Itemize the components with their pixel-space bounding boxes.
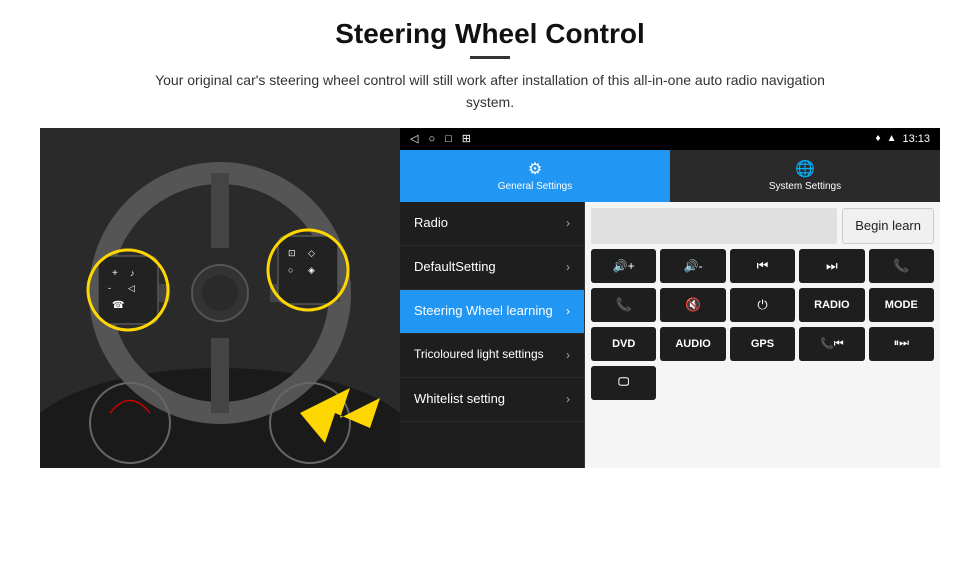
svg-text:+: + <box>112 268 118 279</box>
begin-learn-button[interactable]: Begin learn <box>842 208 934 244</box>
location-icon: ♦ <box>875 133 880 144</box>
audio-label: AUDIO <box>675 338 710 350</box>
gps-label: GPS <box>751 338 774 350</box>
screen-icon: 🖵 <box>618 376 629 389</box>
menu-steering-label: Steering Wheel learning <box>414 303 553 320</box>
panel-row-1: Begin learn <box>591 208 934 244</box>
radio-label: RADIO <box>814 299 849 311</box>
phone-icon: 📞 <box>893 258 909 274</box>
menu-item-whitelist[interactable]: Whitelist setting › <box>400 378 584 422</box>
vol-down-icon: 🔊- <box>684 259 703 273</box>
settings-content: Radio › DefaultSetting › Steering Wheel … <box>400 202 940 468</box>
svg-text:-: - <box>108 283 111 293</box>
power-button[interactable]: ⏻ <box>730 288 795 322</box>
chevron-right-icon: › <box>566 348 570 362</box>
dvd-button[interactable]: DVD <box>591 327 656 361</box>
vol-down-button[interactable]: 🔊- <box>660 249 725 283</box>
mode-label: MODE <box>885 299 918 311</box>
time-display: 13:13 <box>902 133 930 145</box>
tab-general-settings[interactable]: ⚙ General Settings <box>400 150 670 202</box>
menu-tricoloured-label: Tricoloured light settings <box>414 347 544 363</box>
menu-whitelist-label: Whitelist setting <box>414 391 505 408</box>
radio-button[interactable]: RADIO <box>799 288 864 322</box>
screen-button[interactable]: 🖵 <box>591 366 656 400</box>
control-grid-row4: DVD AUDIO GPS 📞⏮ ⏸⏭ <box>591 327 934 361</box>
menu-default-label: DefaultSetting <box>414 259 496 276</box>
mode-button[interactable]: MODE <box>869 288 934 322</box>
right-panel: Begin learn 🔊+ 🔊- ⏮ <box>585 202 940 468</box>
steering-wheel-image: + ♪ - ◁ ☎ ⊡ ◇ ○ ◈ <box>40 128 400 468</box>
vol-up-button[interactable]: 🔊+ <box>591 249 656 283</box>
page-subtitle: Your original car's steering wheel contr… <box>130 69 850 114</box>
svg-text:○: ○ <box>288 265 293 275</box>
vol-up-icon: 🔊+ <box>613 259 635 273</box>
menu-radio-label: Radio <box>414 215 448 232</box>
chevron-right-icon: › <box>566 216 570 230</box>
tab-bar: ⚙ General Settings 🌐 System Settings <box>400 150 940 202</box>
control-grid-row3: 📞 🔇 ⏻ RADIO MODE <box>591 288 934 322</box>
tel-prev-button[interactable]: 📞⏮ <box>799 327 864 361</box>
menu-item-default-setting[interactable]: DefaultSetting › <box>400 246 584 290</box>
mute-icon: 🔇 <box>685 297 701 313</box>
control-grid-row2: 🔊+ 🔊- ⏮ ⏭ 📞 <box>591 249 934 283</box>
menu-icon[interactable]: ⊞ <box>462 132 471 145</box>
main-content: + ♪ - ◁ ☎ ⊡ ◇ ○ ◈ <box>40 128 940 468</box>
skip-back-icon: ⏮ <box>757 258 769 274</box>
chevron-right-icon: › <box>566 260 570 274</box>
svg-text:◈: ◈ <box>308 265 315 275</box>
power-icon: ⏻ <box>757 297 767 313</box>
menu-item-radio[interactable]: Radio › <box>400 202 584 246</box>
status-bar-nav: ◁ ○ □ ⊞ <box>410 132 471 145</box>
audio-button[interactable]: AUDIO <box>660 327 725 361</box>
status-bar-info: ♦ ▲ 13:13 <box>875 133 930 145</box>
page-title: Steering Wheel Control <box>335 18 645 50</box>
svg-text:☎: ☎ <box>112 300 124 311</box>
svg-text:◇: ◇ <box>308 248 315 258</box>
menu-item-steering-wheel[interactable]: Steering Wheel learning › <box>400 290 584 334</box>
svg-text:⊡: ⊡ <box>288 248 296 258</box>
home-icon[interactable]: ○ <box>428 133 435 145</box>
wifi-icon: ▲ <box>887 133 897 144</box>
title-divider <box>470 56 510 59</box>
pause-next-icon: ⏸⏭ <box>894 337 909 350</box>
svg-text:♪: ♪ <box>130 268 135 278</box>
tel-prev-icon: 📞⏮ <box>820 337 844 351</box>
tab-general-label: General Settings <box>498 181 573 192</box>
answer-button[interactable]: 📞 <box>591 288 656 322</box>
call-button[interactable]: 📞 <box>869 249 934 283</box>
empty-slot <box>591 208 837 244</box>
gps-button[interactable]: GPS <box>730 327 795 361</box>
status-bar: ◁ ○ □ ⊞ ♦ ▲ 13:13 <box>400 128 940 150</box>
svg-text:◁: ◁ <box>128 283 135 293</box>
prev-button[interactable]: ⏮ <box>730 249 795 283</box>
tab-system-settings[interactable]: 🌐 System Settings <box>670 150 940 202</box>
answer-icon: 📞 <box>616 297 632 313</box>
recents-icon[interactable]: □ <box>445 133 452 145</box>
menu-item-tricoloured[interactable]: Tricoloured light settings › <box>400 334 584 378</box>
chevron-right-icon: › <box>566 304 570 318</box>
pause-next-button[interactable]: ⏸⏭ <box>869 327 934 361</box>
skip-forward-icon: ⏭ <box>826 258 838 274</box>
mute-button[interactable]: 🔇 <box>660 288 725 322</box>
system-settings-icon: 🌐 <box>795 159 815 179</box>
bottom-row: 🖵 <box>591 366 934 400</box>
next-button[interactable]: ⏭ <box>799 249 864 283</box>
dvd-label: DVD <box>612 338 635 350</box>
settings-menu: Radio › DefaultSetting › Steering Wheel … <box>400 202 585 468</box>
chevron-right-icon: › <box>566 392 570 406</box>
back-icon[interactable]: ◁ <box>410 132 418 145</box>
general-settings-icon: ⚙ <box>528 159 542 179</box>
android-screen: ◁ ○ □ ⊞ ♦ ▲ 13:13 ⚙ General Settings <box>400 128 940 468</box>
tab-system-label: System Settings <box>769 181 841 192</box>
